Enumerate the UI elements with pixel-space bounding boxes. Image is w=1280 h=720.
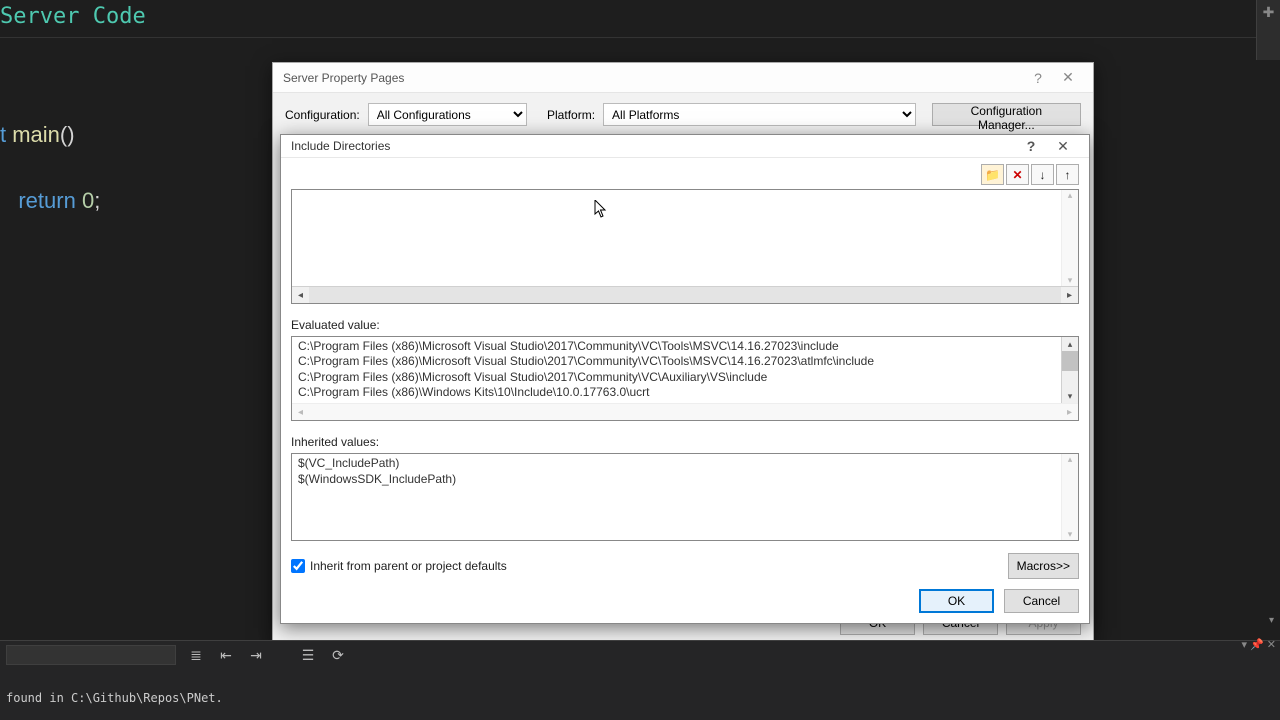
scroll-down-icon[interactable]: ▾ — [1269, 615, 1274, 626]
evaluated-path: C:\Program Files (x86)\Windows Kits\10\I… — [298, 385, 1072, 399]
inherited-values-label: Inherited values: — [291, 435, 1079, 449]
inherit-checkbox-text: Inherit from parent or project defaults — [310, 559, 507, 573]
output-message: found in C:\Github\Repos\PNet. — [0, 691, 1280, 705]
code-text: t — [0, 122, 12, 147]
delete-icon[interactable]: ✕ — [1006, 164, 1029, 185]
scroll-left-icon[interactable]: ◂ — [292, 290, 309, 301]
config-row: Configuration: All Configurations Platfo… — [273, 93, 1093, 136]
toolbar-icon[interactable]: ⇤ — [216, 645, 236, 665]
evaluated-value-label: Evaluated value: — [291, 318, 1079, 332]
scrollbar-thumb[interactable] — [1062, 351, 1078, 371]
inherited-value: $(WindowsSDK_IncludePath) — [298, 472, 1072, 488]
vertical-scrollbar[interactable]: ▴▾ — [1061, 190, 1078, 286]
scroll-right-icon[interactable]: ▸ — [1061, 407, 1078, 418]
directories-editbox[interactable]: ▴▾ ◂ ▸ — [291, 189, 1079, 304]
help-button[interactable]: ? — [1023, 70, 1053, 86]
code-tab-title: Server Code — [0, 0, 1280, 29]
close-icon[interactable]: ✕ — [1047, 138, 1079, 155]
output-toolbar: ≣ ⇤ ⇥ ☰ ⟳ — [0, 641, 1280, 669]
cancel-button[interactable]: Cancel — [1004, 589, 1079, 613]
output-panel: ≣ ⇤ ⇥ ☰ ⟳ found in C:\Github\Repos\PNet. — [0, 640, 1280, 720]
code-text: main — [12, 122, 60, 147]
ok-button[interactable]: OK — [919, 589, 994, 613]
close-icon[interactable]: ✕ — [1053, 69, 1083, 86]
return-keyword: return — [18, 188, 75, 213]
new-line-icon[interactable]: 📁 — [981, 164, 1004, 185]
help-button[interactable]: ? — [1015, 138, 1047, 154]
inherited-value: $(VC_IncludePath) — [298, 456, 1072, 472]
configuration-select[interactable]: All Configurations — [368, 103, 527, 126]
toolbar-icon[interactable]: ⟳ — [328, 645, 348, 665]
vertical-scrollbar[interactable]: ▴▾ — [1061, 454, 1078, 540]
configuration-manager-button[interactable]: Configuration Manager... — [932, 103, 1081, 126]
code-text: () — [60, 122, 75, 147]
toolbar-icon[interactable]: ⇥ — [246, 645, 266, 665]
inherit-checkbox-label[interactable]: Inherit from parent or project defaults — [291, 559, 507, 573]
macros-button[interactable]: Macros>> — [1008, 553, 1079, 579]
scroll-up-icon[interactable]: ▴ — [1062, 337, 1078, 351]
return-value: 0 — [82, 188, 94, 213]
horizontal-scrollbar[interactable]: ◂ ▸ — [292, 403, 1078, 420]
inherit-checkbox[interactable] — [291, 559, 305, 573]
toolbar-icon[interactable]: ≣ — [186, 645, 206, 665]
scroll-down-icon[interactable]: ▾ — [1062, 389, 1078, 403]
evaluated-value-box: C:\Program Files (x86)\Microsoft Visual … — [291, 336, 1079, 421]
output-source-select[interactable] — [6, 645, 176, 665]
move-down-icon[interactable]: ↓ — [1031, 164, 1054, 185]
platform-label: Platform: — [547, 108, 595, 122]
scroll-left-icon[interactable]: ◂ — [292, 407, 309, 418]
inner-titlebar: Include Directories ? ✕ — [281, 135, 1089, 158]
dialog-title: Server Property Pages — [283, 71, 404, 85]
list-toolbar: 📁 ✕ ↓ ↑ — [291, 164, 1079, 185]
evaluated-path: C:\Program Files (x86)\Microsoft Visual … — [298, 354, 1072, 369]
inherited-values-box: $(VC_IncludePath) $(WindowsSDK_IncludePa… — [291, 453, 1079, 541]
evaluated-path: C:\Program Files (x86)\Microsoft Visual … — [298, 339, 1072, 354]
vertical-scrollbar[interactable]: ▴ ▾ — [1061, 337, 1078, 403]
dialog-titlebar: Server Property Pages ? ✕ — [273, 63, 1093, 93]
evaluated-path: C:\Program Files (x86)\Microsoft Visual … — [298, 370, 1072, 385]
configuration-label: Configuration: — [285, 108, 360, 122]
move-up-icon[interactable]: ↑ — [1056, 164, 1079, 185]
semicolon: ; — [94, 188, 100, 213]
right-dock-icon[interactable]: ✚ — [1256, 0, 1280, 60]
include-directories-dialog: Include Directories ? ✕ 📁 ✕ ↓ ↑ ▴▾ ◂ ▸ E… — [280, 134, 1090, 624]
platform-select[interactable]: All Platforms — [603, 103, 916, 126]
panel-pin-icons[interactable]: ▾ 📌 ✕ — [1241, 638, 1276, 651]
horizontal-scrollbar[interactable]: ◂ ▸ — [292, 286, 1078, 303]
inner-dialog-title: Include Directories — [291, 139, 390, 153]
scroll-right-icon[interactable]: ▸ — [1061, 290, 1078, 301]
toolbar-icon[interactable]: ☰ — [298, 645, 318, 665]
